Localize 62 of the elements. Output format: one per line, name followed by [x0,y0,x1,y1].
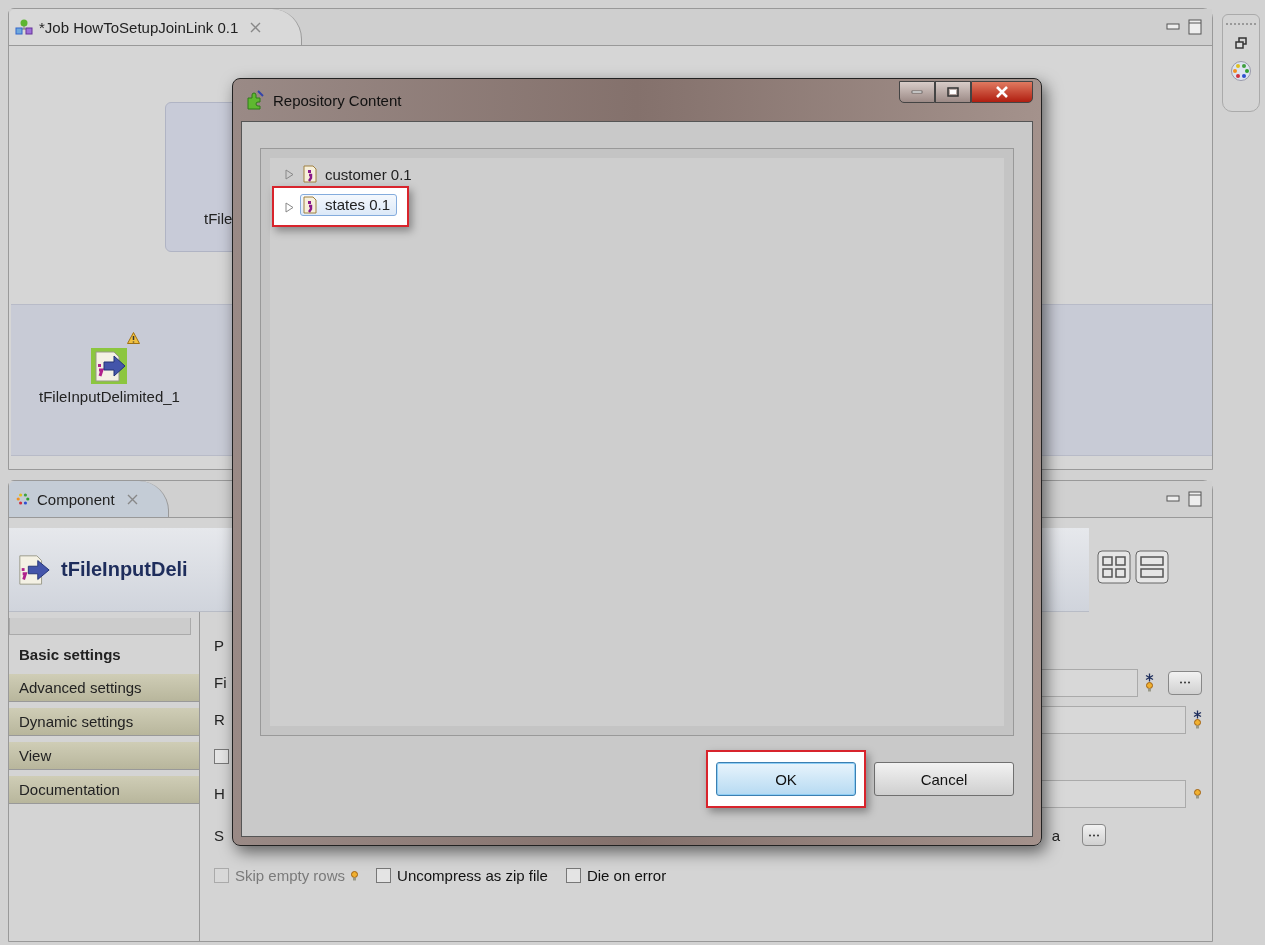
checkbox-label: Skip empty rows [235,867,346,884]
field-label: R [214,711,226,728]
checkbox[interactable] [214,749,229,764]
checkbox-label: Die on error [586,867,667,884]
restore-icon[interactable] [1235,37,1247,49]
browse-button[interactable] [1082,824,1106,846]
field-label: P [214,637,225,654]
settings-tab[interactable]: Dynamic settings [9,708,199,736]
minimize-icon[interactable] [1166,495,1180,503]
palette-icon[interactable] [1231,61,1251,81]
metadata-icon [303,195,317,214]
expand-icon[interactable] [285,168,294,180]
field-label: H [214,785,226,802]
cancel-button[interactable]: Cancel [874,762,1014,796]
component-tab[interactable]: Component [9,481,169,517]
editor-tab[interactable]: *Job HowToSetupJoinLink 0.1 [9,9,303,45]
tree-item[interactable]: customer 0.1 [300,163,419,185]
ellipsis-icon [1088,833,1100,837]
rows-layout-icon[interactable] [1135,550,1169,584]
field-label: Fi [214,674,228,691]
checkbox[interactable] [376,868,392,883]
maximize-icon[interactable] [1188,19,1202,35]
metadata-icon [303,165,317,183]
file-input-icon [91,348,128,384]
close-icon [995,86,1009,98]
tab-title: Component [37,490,115,508]
settings-tab[interactable]: Advanced settings [9,674,199,702]
expand-icon[interactable] [285,201,294,213]
close-icon[interactable] [126,493,138,505]
minimize-icon[interactable] [1166,23,1180,31]
field-label: S [214,826,225,844]
component-label: tFileInputDelimited_1 [39,388,180,405]
grid-layout-icon[interactable] [1097,550,1131,584]
browse-button[interactable] [1168,670,1202,695]
palette-icon [15,491,31,507]
lightbulb-icon [1193,719,1201,729]
component-name: tFileInputDeli [61,558,188,581]
maximize-icon [947,87,959,97]
puzzle-icon [245,90,265,110]
tree-item[interactable]: states 0.1 [300,193,398,216]
settings-tab[interactable]: Documentation [9,776,199,804]
lightbulb-icon [1193,788,1201,799]
settings-tab[interactable]: Basic settings [9,641,199,668]
maximize-button[interactable] [935,81,971,103]
ellipsis-icon [1179,681,1191,684]
ok-button[interactable]: OK [716,762,856,796]
component-label: tFile [204,210,233,227]
minimize-button[interactable] [899,81,935,103]
maximize-icon[interactable] [1188,491,1202,507]
dialog-title: Repository Content [273,91,402,109]
checkbox[interactable] [565,868,581,883]
job-component[interactable]: tFileInputDelimited_1 [39,332,180,405]
tab-title: *Job HowToSetupJoinLink 0.1 [39,18,239,36]
checkbox-label: Uncompress as zip file [397,867,548,884]
lightbulb-icon [1145,682,1153,692]
close-icon[interactable] [250,21,262,33]
minimize-icon [911,90,923,94]
settings-tab[interactable]: View [9,742,199,770]
job-icon [15,19,33,35]
file-input-icon [17,552,51,587]
field-label: a [1051,826,1060,844]
close-button[interactable] [971,81,1033,103]
